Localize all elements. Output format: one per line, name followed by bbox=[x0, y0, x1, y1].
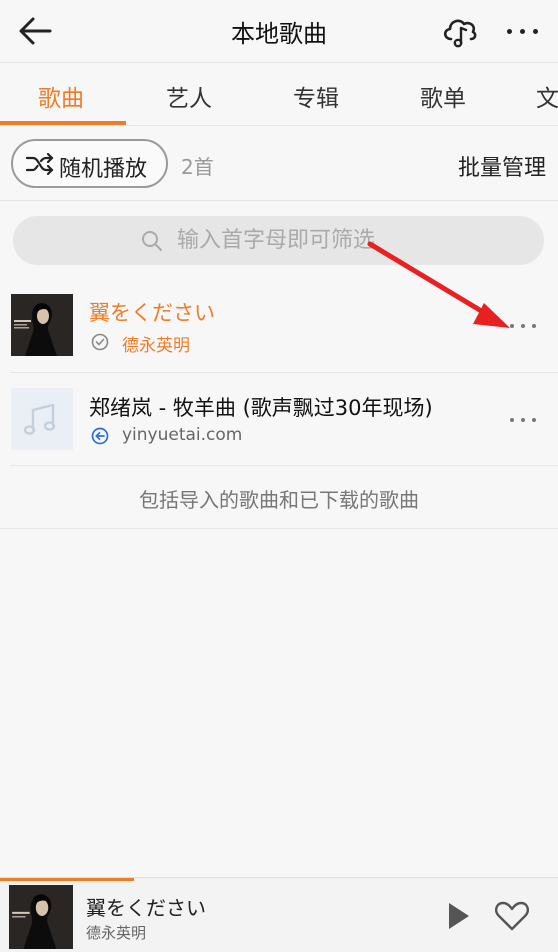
footer-note: 包括导入的歌曲和已下载的歌曲 bbox=[139, 488, 419, 512]
cloud-music-icon[interactable] bbox=[440, 12, 480, 50]
mini-player[interactable]: 翼をください 德永英明 bbox=[0, 877, 558, 952]
tab-albums[interactable]: 专辑 bbox=[293, 79, 339, 113]
more-options-icon[interactable] bbox=[500, 12, 544, 50]
song-title: 郑绪岚 - 牧羊曲 (歌声飘过30年现场) bbox=[89, 396, 433, 420]
playback-progress-bar bbox=[0, 878, 134, 881]
song-row[interactable]: 翼をください 德永英明 bbox=[0, 283, 558, 369]
filter-search-bar[interactable] bbox=[13, 216, 544, 265]
song-more-options-icon[interactable] bbox=[503, 405, 543, 435]
shuffle-icon bbox=[25, 153, 54, 175]
heart-icon[interactable] bbox=[494, 900, 530, 932]
search-icon bbox=[142, 231, 162, 251]
song-title: 翼をください bbox=[89, 301, 215, 325]
album-cover bbox=[11, 294, 73, 356]
divider bbox=[0, 125, 558, 126]
now-playing-cover bbox=[9, 885, 73, 949]
tab-folders[interactable]: 文 bbox=[536, 79, 558, 113]
divider bbox=[0, 200, 558, 201]
now-playing-title: 翼をください bbox=[86, 896, 206, 920]
song-source: yinyuetai.com bbox=[122, 425, 243, 445]
tab-playlists[interactable]: 歌单 bbox=[420, 79, 466, 113]
title-bar: 本地歌曲 bbox=[0, 0, 558, 62]
category-tabs: 歌曲 艺人 专辑 歌单 文 bbox=[0, 63, 558, 125]
divider bbox=[10, 465, 558, 466]
shuffle-play-label: 随机播放 bbox=[59, 157, 148, 182]
back-arrow-circle-icon bbox=[91, 427, 109, 445]
batch-manage-button[interactable]: 批量管理 bbox=[458, 150, 546, 182]
play-icon[interactable] bbox=[442, 900, 474, 932]
divider bbox=[10, 372, 558, 373]
tab-songs[interactable]: 歌曲 bbox=[38, 79, 84, 113]
search-input[interactable] bbox=[177, 222, 507, 258]
now-playing-artist: 德永英明 bbox=[86, 924, 147, 942]
song-artist: 德永英明 bbox=[122, 336, 190, 356]
shuffle-play-button[interactable]: 随机播放 bbox=[11, 139, 168, 188]
song-subtitle: 德永英明 bbox=[89, 331, 289, 356]
music-note-icon bbox=[11, 388, 73, 450]
song-more-options-icon[interactable] bbox=[503, 311, 543, 341]
tab-artists[interactable]: 艺人 bbox=[166, 79, 212, 113]
song-subtitle: yinyuetai.com bbox=[89, 425, 329, 449]
song-row[interactable]: 郑绪岚 - 牧羊曲 (歌声飘过30年现场) yinyuetai.com bbox=[0, 376, 558, 462]
check-circle-icon bbox=[91, 333, 109, 351]
song-count: 2首 bbox=[181, 155, 214, 179]
divider bbox=[0, 528, 558, 529]
